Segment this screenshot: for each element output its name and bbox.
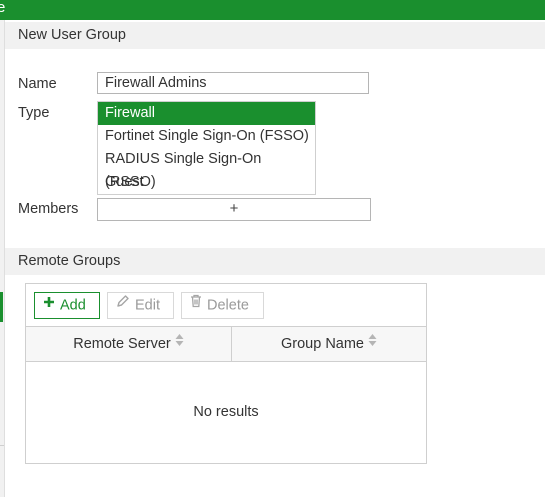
- sort-icon[interactable]: [368, 326, 377, 360]
- type-option-fsso[interactable]: Fortinet Single Sign-On (FSSO): [98, 125, 315, 148]
- pencil-icon: [116, 292, 130, 317]
- top-bar: e: [0, 0, 545, 20]
- table-header: Remote Server Group Name: [26, 326, 426, 362]
- column-group-name[interactable]: Group Name: [232, 327, 426, 361]
- plus-icon: [43, 292, 55, 317]
- members-label: Members: [18, 201, 79, 217]
- left-edge-divider: [0, 445, 4, 446]
- column-remote-server-label: Remote Server: [73, 336, 171, 352]
- members-add-field[interactable]: +: [97, 198, 371, 221]
- remote-groups-header: Remote Groups: [5, 248, 545, 275]
- plus-icon: +: [229, 200, 239, 217]
- type-selector: Firewall Fortinet Single Sign-On (FSSO) …: [97, 101, 316, 195]
- trash-icon: [190, 292, 202, 317]
- add-button[interactable]: Add: [34, 292, 100, 319]
- edit-button-label: Edit: [135, 297, 160, 314]
- empty-state-message: No results: [193, 404, 259, 420]
- column-remote-server[interactable]: Remote Server: [26, 327, 232, 361]
- left-edge-active-marker: [0, 292, 3, 322]
- new-user-group-title: New User Group: [18, 27, 126, 43]
- remote-groups-title: Remote Groups: [18, 253, 121, 269]
- type-label: Type: [18, 105, 50, 121]
- top-bar-partial-title: e: [0, 0, 6, 16]
- type-option-firewall[interactable]: Firewall: [98, 102, 315, 125]
- delete-button[interactable]: Delete: [181, 292, 264, 319]
- name-label: Name: [18, 76, 57, 92]
- new-user-group-header: New User Group: [5, 22, 545, 49]
- add-button-label: Add: [60, 297, 86, 314]
- type-option-guest[interactable]: Guest: [98, 171, 315, 194]
- name-input[interactable]: [97, 72, 369, 94]
- delete-button-label: Delete: [207, 297, 249, 314]
- column-group-name-label: Group Name: [280, 336, 364, 352]
- edit-button[interactable]: Edit: [107, 292, 174, 319]
- sort-icon[interactable]: [175, 326, 184, 360]
- type-option-rsso[interactable]: RADIUS Single Sign-On (RSSO): [98, 148, 315, 190]
- remote-groups-panel: Add Edit Delete Remote Server Group Name…: [25, 283, 427, 464]
